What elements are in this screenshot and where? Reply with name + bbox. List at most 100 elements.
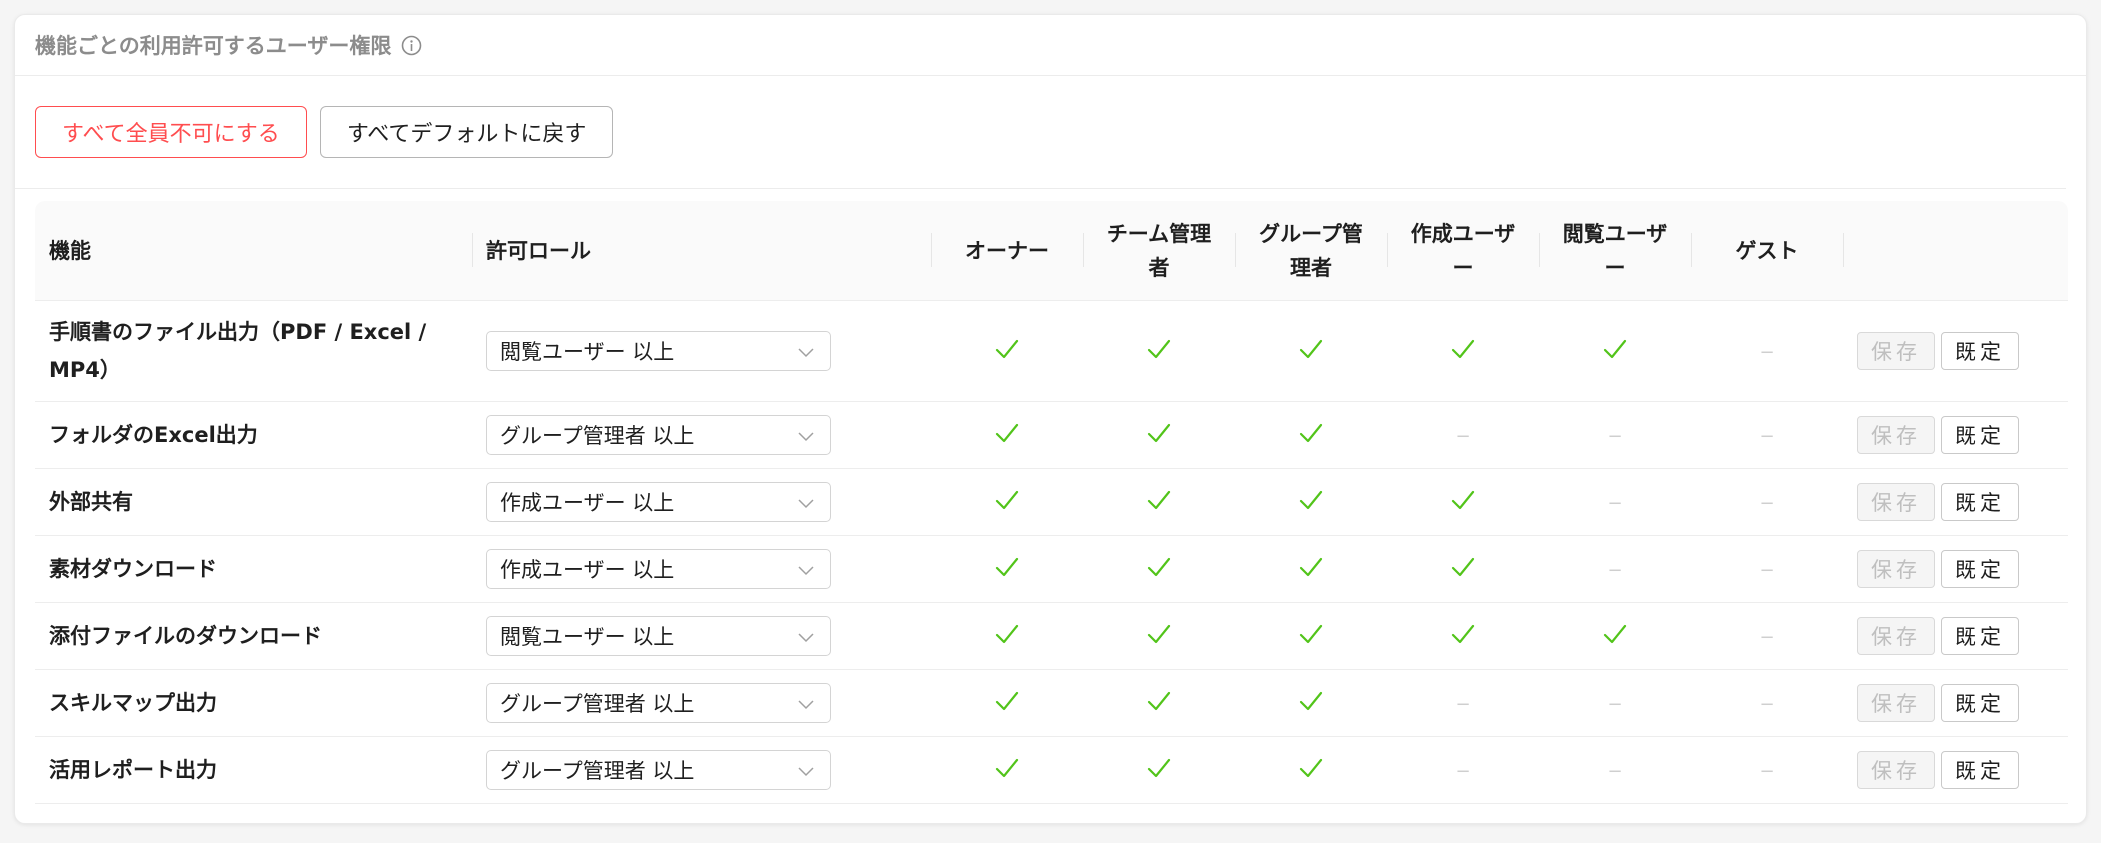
- permission-cell: −: [1539, 669, 1691, 737]
- restore-default-button[interactable]: 既定: [1941, 684, 2019, 722]
- check-icon: [1298, 423, 1324, 449]
- table-row: 添付ファイルのダウンロード 閲覧ユーザー 以上 − 保存 既定: [35, 602, 2068, 670]
- permission-cell: [1235, 468, 1387, 536]
- check-icon: [1146, 624, 1172, 650]
- info-circle-icon[interactable]: [401, 35, 422, 56]
- restore-default-button[interactable]: 既定: [1941, 751, 2019, 789]
- row-actions-cell: 保存 既定: [1843, 736, 2068, 804]
- chevron-down-icon: [798, 490, 814, 514]
- reset-all-default-button[interactable]: すべてデフォルトに戻す: [319, 106, 614, 158]
- role-select-value: グループ管理者 以上: [500, 692, 695, 716]
- feature-cell: 活用レポート出力: [35, 736, 472, 804]
- table-row: 活用レポート出力 グループ管理者 以上 − − − 保存 既定: [35, 736, 2068, 804]
- permission-cell: [1387, 535, 1539, 603]
- permission-cell: [931, 736, 1083, 804]
- check-icon: [1146, 691, 1172, 717]
- check-icon: [1146, 423, 1172, 449]
- check-icon: [1298, 557, 1324, 583]
- feature-name: 添付ファイルのダウンロード: [49, 624, 322, 648]
- col-header-team-admin: チーム管理者: [1083, 201, 1235, 301]
- role-select-value: グループ管理者 以上: [500, 759, 695, 783]
- feature-cell: 素材ダウンロード: [35, 535, 472, 603]
- card-title: 機能ごとの利用許可するユーザー権限: [35, 34, 392, 58]
- role-select[interactable]: グループ管理者 以上: [486, 683, 831, 723]
- check-icon: [994, 557, 1020, 583]
- col-header-viewer-line2: ー: [1604, 255, 1626, 280]
- role-select[interactable]: 閲覧ユーザー 以上: [486, 616, 831, 656]
- check-icon: [1146, 339, 1172, 365]
- permission-cell: [1083, 401, 1235, 469]
- dash-icon: −: [1455, 426, 1471, 447]
- feature-cell: スキルマップ出力: [35, 669, 472, 737]
- row-actions-cell: 保存 既定: [1843, 300, 2068, 402]
- col-header-group-admin-line1: グループ管: [1259, 221, 1363, 246]
- role-cell: グループ管理者 以上: [472, 401, 931, 469]
- permission-cell: [1235, 535, 1387, 603]
- chevron-down-icon: [798, 339, 814, 363]
- permission-cell: −: [1387, 401, 1539, 469]
- save-button[interactable]: 保存: [1857, 751, 1935, 789]
- permission-cell: [1083, 736, 1235, 804]
- save-button[interactable]: 保存: [1857, 416, 1935, 454]
- save-button[interactable]: 保存: [1857, 617, 1935, 655]
- permission-cell: [931, 669, 1083, 737]
- permission-cell: −: [1539, 468, 1691, 536]
- deny-all-button[interactable]: すべて全員不可にする: [35, 106, 307, 158]
- dash-icon: −: [1607, 493, 1623, 514]
- save-button[interactable]: 保存: [1857, 550, 1935, 588]
- role-select[interactable]: 作成ユーザー 以上: [486, 482, 831, 522]
- check-icon: [994, 339, 1020, 365]
- dash-icon: −: [1759, 342, 1775, 363]
- save-button[interactable]: 保存: [1857, 684, 1935, 722]
- check-icon: [1298, 339, 1324, 365]
- restore-default-button[interactable]: 既定: [1941, 483, 2019, 521]
- col-header-role: 許可ロール: [472, 201, 931, 301]
- table-row: 手順書のファイル出力（PDF / Excel / MP4） 閲覧ユーザー 以上 − 保存…: [35, 300, 2068, 402]
- permission-cell: [1235, 669, 1387, 737]
- permission-cell: [1387, 300, 1539, 402]
- permission-cell: [1083, 602, 1235, 670]
- save-button[interactable]: 保存: [1857, 483, 1935, 521]
- permission-cell: [1235, 401, 1387, 469]
- feature-cell: 外部共有: [35, 468, 472, 536]
- permission-cell: −: [1691, 736, 1843, 804]
- role-select[interactable]: グループ管理者 以上: [486, 750, 831, 790]
- role-cell: グループ管理者 以上: [472, 736, 931, 804]
- save-button[interactable]: 保存: [1857, 332, 1935, 370]
- chevron-down-icon: [798, 624, 814, 648]
- role-select[interactable]: 閲覧ユーザー 以上: [486, 331, 831, 371]
- restore-default-button[interactable]: 既定: [1941, 332, 2019, 370]
- restore-default-button[interactable]: 既定: [1941, 416, 2019, 454]
- role-select-value: 閲覧ユーザー 以上: [500, 625, 675, 649]
- bulk-actions: すべて全員不可にする すべてデフォルトに戻す: [15, 76, 2066, 189]
- feature-name: 手順書のファイル出力（PDF / Excel /: [49, 320, 427, 344]
- permission-cell: −: [1691, 468, 1843, 536]
- col-header-team-admin-line2: 者: [1148, 255, 1170, 280]
- permission-cell: [931, 535, 1083, 603]
- chevron-down-icon: [798, 557, 814, 581]
- permissions-card: 機能ごとの利用許可するユーザー権限 すべて全員不可にする すべてデフォルトに戻す: [14, 14, 2087, 824]
- table-row: フォルダのExcel出力 グループ管理者 以上 − − − 保存 既定: [35, 401, 2068, 469]
- permission-cell: [1539, 602, 1691, 670]
- row-actions-cell: 保存 既定: [1843, 669, 2068, 737]
- role-cell: 閲覧ユーザー 以上: [472, 602, 931, 670]
- permission-cell: [931, 300, 1083, 402]
- col-header-feature: 機能: [35, 201, 472, 301]
- check-icon: [1146, 557, 1172, 583]
- row-actions-cell: 保存 既定: [1843, 535, 2068, 603]
- restore-default-button[interactable]: 既定: [1941, 550, 2019, 588]
- dash-icon: −: [1607, 560, 1623, 581]
- dash-icon: −: [1759, 694, 1775, 715]
- check-icon: [1602, 624, 1628, 650]
- role-select-value: 作成ユーザー 以上: [500, 558, 675, 582]
- col-header-owner-label: オーナー: [965, 238, 1049, 263]
- table-row: 素材ダウンロード 作成ユーザー 以上 − − 保存 既定: [35, 535, 2068, 603]
- col-header-guest: ゲスト: [1691, 201, 1843, 301]
- table-header-row: 機能 許可ロール オーナー チーム管理者 グループ管 理者 作成ユーザー 閲覧ユー…: [35, 201, 2068, 301]
- role-select[interactable]: グループ管理者 以上: [486, 415, 831, 455]
- col-header-role-label: 許可ロール: [486, 238, 591, 263]
- col-header-group-admin-line2: 理者: [1290, 255, 1332, 280]
- permission-cell: [1235, 736, 1387, 804]
- restore-default-button[interactable]: 既定: [1941, 617, 2019, 655]
- role-select[interactable]: 作成ユーザー 以上: [486, 549, 831, 589]
